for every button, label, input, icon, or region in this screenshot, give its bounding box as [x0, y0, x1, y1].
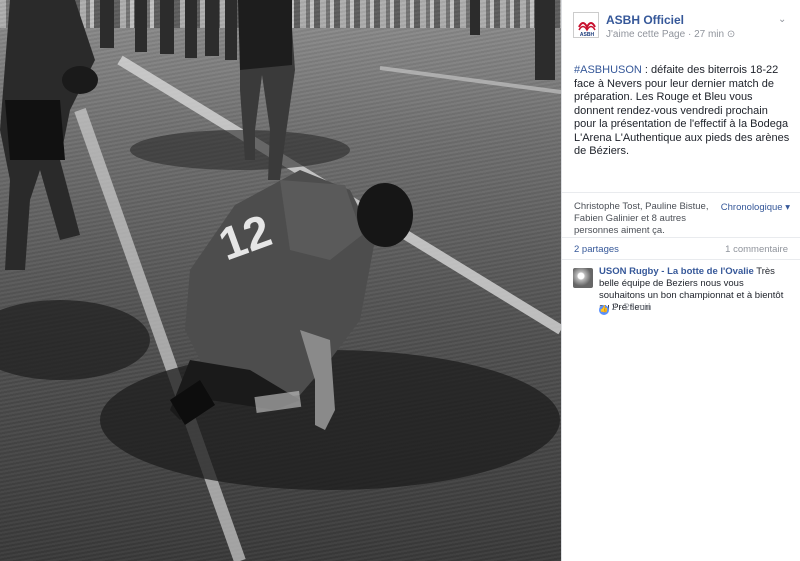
- post-meta: J'aime cette Page · 27 min ⊙: [606, 29, 735, 40]
- comment-item: USON Rugby - La botte de l'Ovalie Très b…: [562, 259, 800, 315]
- chevron-down-icon[interactable]: ⌄: [778, 14, 788, 25]
- comment-meta: 👍 2 · 23 min: [599, 302, 652, 315]
- asbh-logo-icon: ASBH: [578, 22, 596, 38]
- comments-count: 1 commentaire: [725, 244, 788, 255]
- commenter-avatar[interactable]: [573, 268, 593, 288]
- post-sidebar: ASBH ASBH Officiel J'aime cette Page · 2…: [561, 0, 800, 561]
- comment-time[interactable]: 23 min: [625, 302, 652, 312]
- post-time[interactable]: 27 min: [694, 29, 724, 40]
- likes-summary[interactable]: Christophe Tost, Pauline Bistue, Fabien …: [574, 201, 724, 237]
- shares-link[interactable]: 2 partages: [574, 244, 619, 255]
- page-name-link[interactable]: ASBH Officiel: [606, 13, 684, 27]
- page-avatar[interactable]: ASBH: [573, 12, 599, 38]
- sort-comments-button[interactable]: Chronologique ▾: [721, 202, 790, 213]
- thumbs-up-icon: 👍: [599, 305, 609, 315]
- post-text: #ASBHUSON : défaite des biterrois 18-22 …: [562, 52, 800, 192]
- post-photo[interactable]: 12: [0, 0, 561, 561]
- comment-author-link[interactable]: USON Rugby - La botte de l'Ovalie: [599, 266, 754, 277]
- globe-icon: ⊙: [726, 29, 736, 40]
- avatar-text: ASBH: [580, 32, 595, 38]
- post-body: : défaite des biterrois 18-22 face à Nev…: [574, 64, 790, 157]
- photo-scene: 12: [0, 0, 561, 561]
- hashtag-link[interactable]: #ASBHUSON: [574, 64, 642, 76]
- shares-bar: 2 partages 1 commentaire: [562, 237, 800, 259]
- comment-like-count[interactable]: 2: [612, 302, 617, 312]
- page-like-link[interactable]: J'aime cette Page: [606, 29, 685, 40]
- likes-bar: Christophe Tost, Pauline Bistue, Fabien …: [562, 192, 800, 237]
- post-header: ASBH ASBH Officiel J'aime cette Page · 2…: [562, 0, 800, 52]
